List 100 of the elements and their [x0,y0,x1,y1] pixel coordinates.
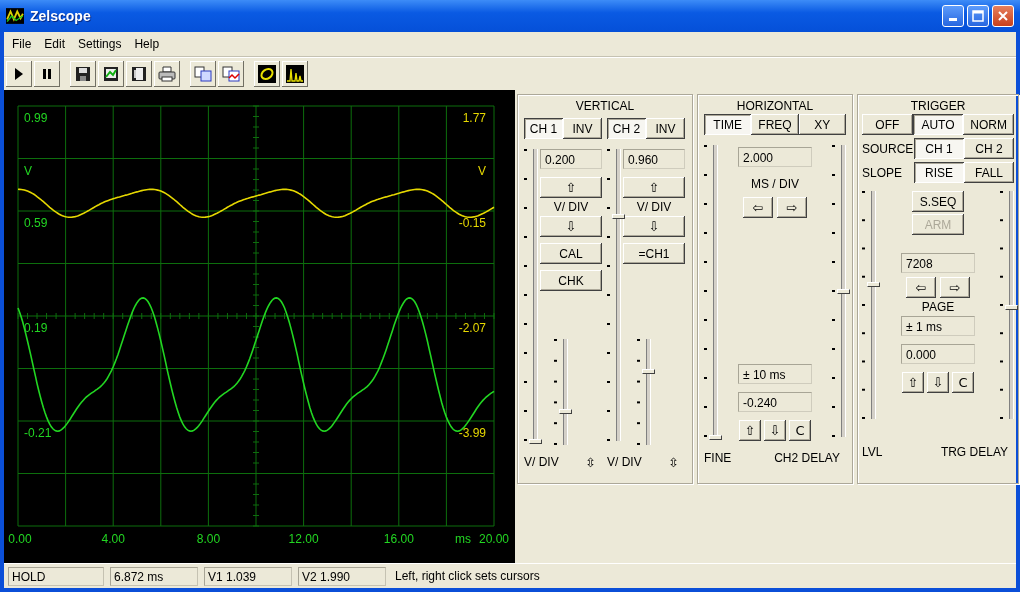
axis-label: 16.00 [383,532,414,546]
axis-label: 1.77 [462,111,486,125]
single-sequence-button[interactable]: S.SEQ [912,191,964,212]
axis-label: V [478,163,486,178]
slope-button[interactable]: FALL [964,162,1014,183]
play-button[interactable] [6,61,32,87]
close-icon [997,10,1009,22]
readout-display: 0.000 [901,344,975,364]
channel-action-button[interactable]: CAL [540,243,602,264]
up-arrow-button[interactable]: ⇧ [623,177,685,198]
save-trace-button[interactable] [98,61,124,87]
ellipse-icon [258,65,276,83]
axis-label: -0.15 [458,216,486,230]
slider-thumb[interactable] [612,214,625,220]
axis-label: 4.00 [101,532,125,546]
delay-step-button[interactable]: ⇧ [739,420,761,441]
axis-label: V [24,163,32,178]
slider-thumb[interactable] [529,439,542,444]
unit-label: V/ DIV [635,199,673,216]
right-arrow-button[interactable]: ⇨ [777,197,807,218]
slider-thumb[interactable] [709,435,722,440]
axis-label: 12.00 [288,532,319,546]
source-button[interactable]: CH 1 [914,138,964,159]
slope-button[interactable]: RISE [914,162,964,183]
readout-display: ± 1 ms [901,316,975,336]
down-arrow-button[interactable]: ⇩ [540,216,602,237]
mode-tab[interactable]: FREQ [751,114,799,135]
slider-thumb[interactable] [837,289,850,294]
slider-label: V/ DIV [607,455,642,469]
maximize-button[interactable] [967,5,989,27]
axis-label: 0.19 [24,321,48,335]
save-button[interactable] [70,61,96,87]
option-label: SLOPE [862,165,904,180]
axis-label: 0.59 [24,216,48,230]
spectrum-icon [286,65,304,83]
source-button[interactable]: CH 2 [964,138,1014,159]
up-down-arrow: ⇳ [585,454,596,470]
mode-tab[interactable]: TIME [704,114,752,135]
invert-toggle[interactable]: INV [646,118,685,139]
status-field: HOLD [8,566,104,586]
down-arrow-button[interactable]: ⇩ [623,216,685,237]
readout-display: 2.000 [738,147,812,167]
status-field: 6.872 ms [110,566,198,586]
left-arrow-button[interactable]: ⇦ [743,197,773,218]
copy-icon [194,66,212,82]
slider-thumb[interactable] [867,282,880,288]
delay-step-button[interactable]: ⇩ [927,372,949,393]
trigger-mode-button[interactable]: OFF [862,114,913,135]
panel-title: HORIZONTAL [735,98,815,114]
axis-label: ms [455,532,472,546]
axis-label: 20.00 [479,532,509,546]
status-field: V2 1.990 [298,566,386,586]
delay-step-button[interactable]: ⇧ [902,372,924,393]
slider-label: TRG DELAY [940,445,1008,459]
copy-chart-button[interactable] [218,61,244,87]
slider-thumb[interactable] [559,409,572,415]
option-label: SOURCE [862,141,914,156]
delay-step-button[interactable]: ⇩ [764,420,786,441]
app-icon [6,8,24,24]
menu-item[interactable]: File [12,37,32,51]
print-button[interactable] [154,61,180,87]
disk-wave-icon [103,66,119,82]
channel-toggle[interactable]: CH 2 [607,118,646,139]
document-icon [131,66,147,82]
delay-step-button[interactable]: C [789,420,811,441]
maximize-icon [972,10,984,22]
minimize-button[interactable] [942,5,964,27]
trigger-mode-button[interactable]: AUTO [912,114,964,135]
channel-action-button[interactable]: =CH1 [623,243,685,264]
copy-button[interactable] [190,61,216,87]
play-icon [14,68,24,80]
delay-step-button[interactable]: C [952,372,974,393]
printer-icon [158,66,176,82]
right-arrow-button[interactable]: ⇨ [940,277,970,298]
menu-item[interactable]: Help [134,37,160,51]
up-arrow-button[interactable]: ⇧ [540,177,602,198]
mode-tab[interactable]: XY [798,114,846,135]
menu-item[interactable]: Edit [44,37,66,51]
document-button[interactable] [126,61,152,87]
spectrum-button[interactable] [282,61,308,87]
panel-title: VERTICAL [574,98,636,114]
close-button[interactable] [992,5,1014,27]
slider-label: V/ DIV [524,455,559,469]
readout-display: -0.240 [738,392,812,412]
left-arrow-button[interactable]: ⇦ [906,277,936,298]
window-title: Zelscope [30,8,91,24]
pause-icon [43,69,51,79]
invert-toggle[interactable]: INV [563,118,602,139]
slider-thumb[interactable] [642,368,655,374]
slider-thumb[interactable] [1005,305,1018,311]
readout-display: 0.200 [540,149,602,169]
page-label: PAGE [921,299,955,316]
channel-action-button[interactable]: CHK [540,270,602,291]
pause-button[interactable] [34,61,60,87]
ellipse-button[interactable] [254,61,280,87]
trigger-mode-button[interactable]: NORM [963,114,1014,135]
minimize-icon [949,18,957,21]
menu-item[interactable]: Settings [78,37,122,51]
axis-label: 0.00 [8,532,32,546]
channel-toggle[interactable]: CH 1 [524,118,563,139]
